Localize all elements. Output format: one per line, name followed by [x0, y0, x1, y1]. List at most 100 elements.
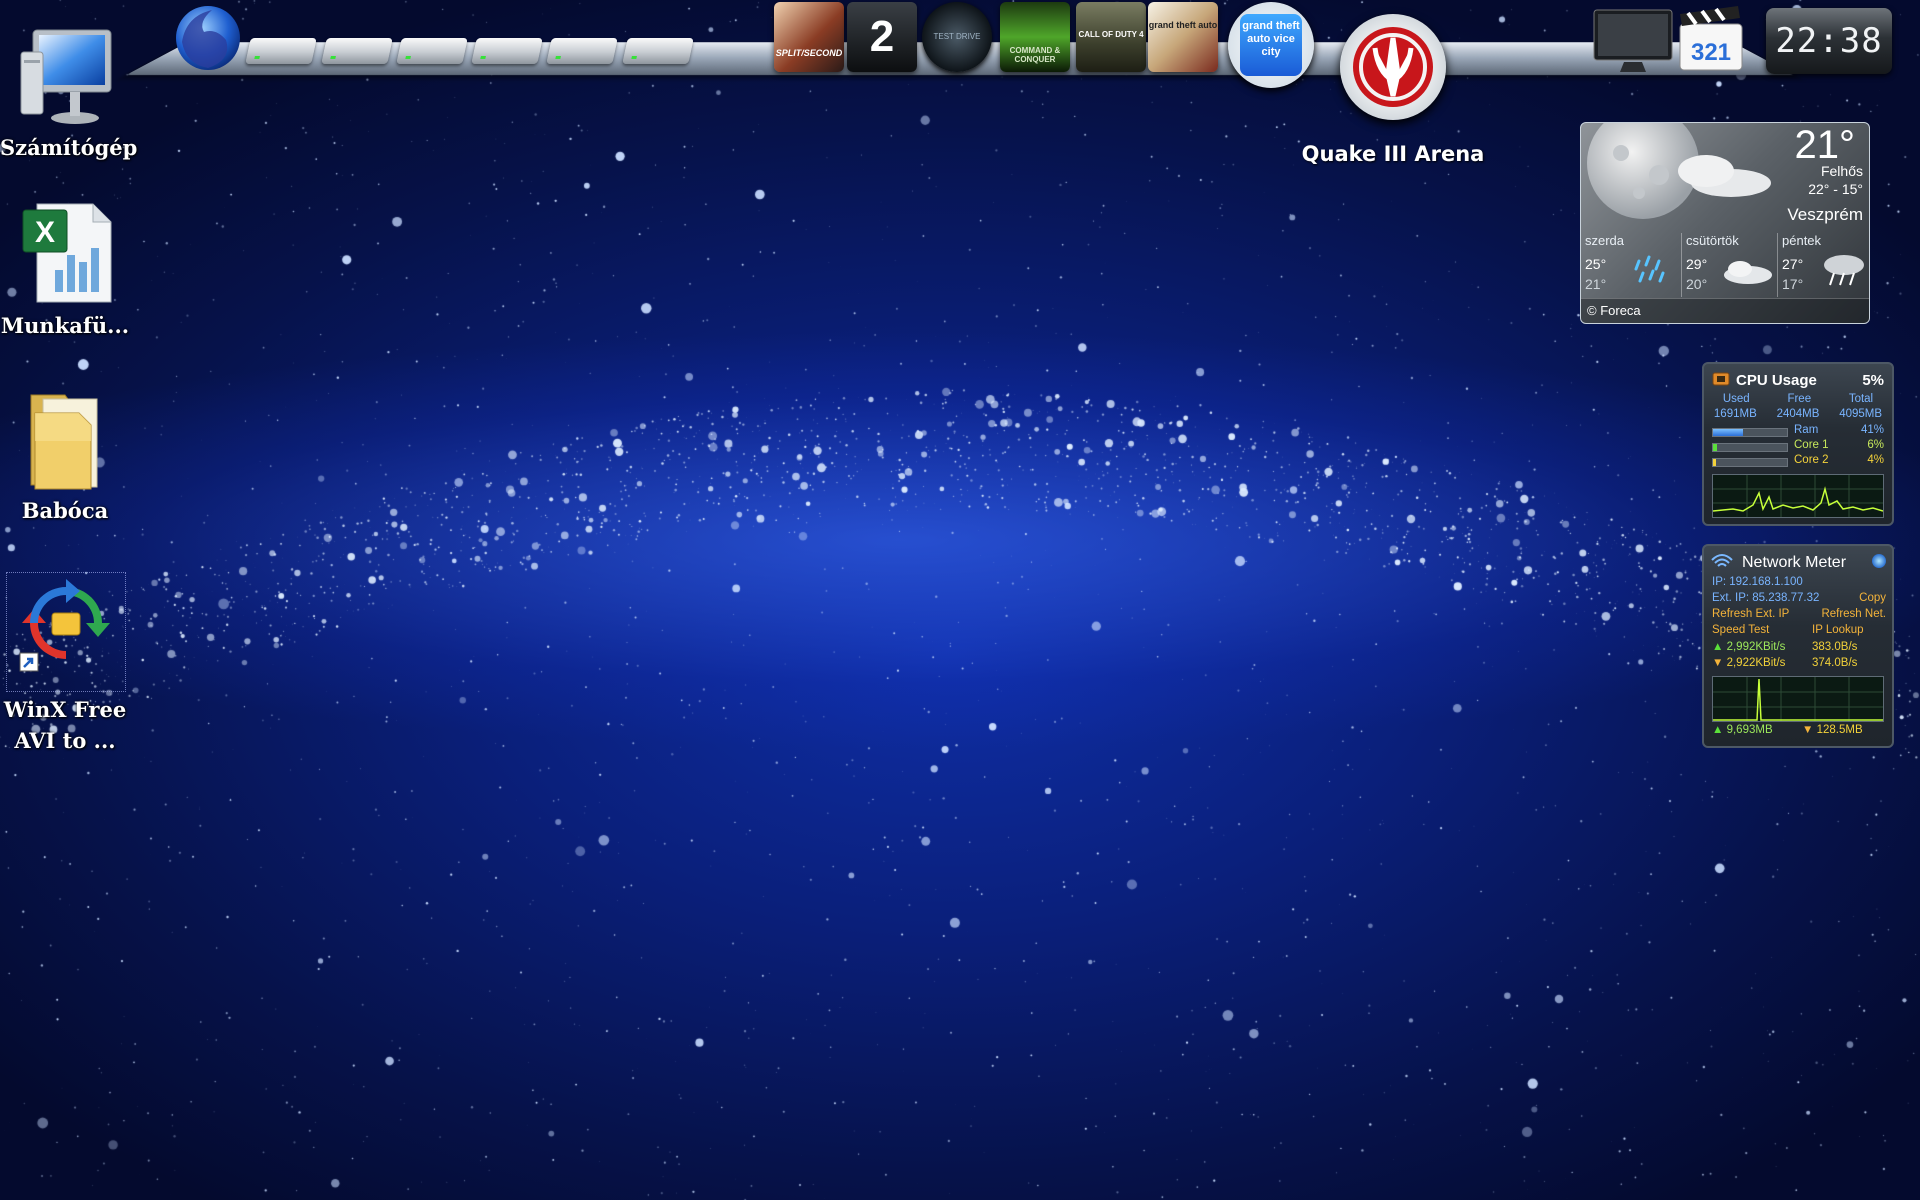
clock-display[interactable]: 22:38 [1766, 8, 1892, 74]
meter-row-ram: Ram 41% [1712, 424, 1884, 439]
command-and-conquer-icon: COMMAND & CONQUER [1009, 46, 1061, 64]
net-history-graph [1712, 676, 1884, 722]
dock-item-gta-vice-city[interactable]: grand theft auto vice city [1228, 2, 1314, 88]
meter-track [1712, 428, 1788, 437]
winx-converter-icon [16, 573, 116, 673]
split-second-icon: SPLIT/SECOND [775, 48, 843, 58]
desktop-icon-winx[interactable] [6, 572, 126, 692]
meter-label: Core 2 [1794, 454, 1829, 466]
meter-track [1712, 458, 1788, 467]
download-arrow-icon: ▼ [1802, 724, 1814, 736]
refresh-net-link[interactable]: Refresh Net. [1821, 608, 1886, 620]
meter-label: Core 1 [1794, 439, 1829, 451]
dock-item-test-drive[interactable]: TEST DRIVE [922, 2, 992, 72]
dock-item-split-second[interactable]: SPLIT/SECOND [774, 2, 844, 72]
meter-row-core-1: Core 1 6% [1712, 439, 1884, 454]
upload-arrow-icon: ▲ [1712, 724, 1724, 736]
cpu-mem-values: 1691MB 2404MB 4095MB [1704, 408, 1892, 420]
cpu-meter-rows: Ram 41% Core 1 6% Core 2 4% [1712, 424, 1884, 469]
meter-value: 6% [1867, 439, 1884, 451]
upload-rate: 2,992KBit/s [1726, 641, 1786, 653]
refresh-ext-ip-link[interactable]: Refresh Ext. IP [1712, 608, 1789, 620]
forecast-day-name: péntek [1782, 233, 1822, 248]
weather-range: 22° - 15° [1808, 181, 1863, 197]
mem-header-total: Total [1848, 393, 1874, 405]
cpu-usage-gadget[interactable]: CPU Usage 5% Used Free Total 1691MB 2404… [1702, 362, 1894, 526]
globe-icon [1872, 554, 1886, 568]
ip-lookup-link[interactable]: IP Lookup [1812, 624, 1864, 636]
cpu-mem-headers: Used Free Total [1704, 393, 1892, 405]
copy-ip-link[interactable]: Copy [1859, 592, 1886, 604]
meter-track [1712, 443, 1788, 452]
call-of-duty-4-icon: CALL OF DUTY 4 [1078, 30, 1144, 39]
dock-item-firefox[interactable] [172, 2, 244, 78]
desktop-icon-winx-label-wrap: WinX Free AVI to ... [0, 694, 130, 756]
mem-free-value: 2404MB [1776, 408, 1820, 420]
weather-footer: © Foreca [1581, 298, 1869, 323]
portal-2-icon: 2 [869, 12, 895, 61]
forecast-day-1: szerda 25° 21° [1585, 233, 1677, 297]
forecast-day-name: csütörtök [1686, 233, 1739, 248]
upload-bytes: 383.0B/s [1812, 641, 1858, 653]
clapper-321-icon: 321 [1679, 6, 1743, 71]
meter-fill [1713, 459, 1716, 466]
dock-item-drive-4[interactable] [471, 38, 543, 64]
dock-item-drive-5[interactable] [546, 38, 618, 64]
desktop-icon-label: Számítógép [0, 135, 138, 160]
dock-item-quake-3[interactable] [1340, 14, 1446, 120]
upload-arrow-icon: ▲ [1712, 641, 1724, 653]
weather-gadget[interactable]: 21° Felhős 22° - 15° Veszprém szerda 25°… [1580, 122, 1870, 324]
dock-item-monitor[interactable] [1590, 6, 1676, 82]
monitor-icon [1593, 9, 1673, 72]
dock-item-drive-6[interactable] [622, 38, 694, 64]
dock-item-portal-2[interactable]: 2 [847, 2, 917, 72]
gta-san-andreas-icon: grand theft auto [1148, 20, 1218, 30]
upload-rate-row: ▲ 2,992KBit/s [1712, 641, 1785, 653]
forecast-day-2: csütörtök 29° 20° [1681, 233, 1778, 297]
desktop-icon-label: Babóca [21, 498, 109, 523]
mem-total-value: 4095MB [1839, 408, 1883, 420]
cpu-chip-icon [1712, 372, 1730, 386]
net-title: Network Meter [1742, 554, 1847, 571]
excel-file-icon: X [15, 200, 115, 310]
mem-header-used: Used [1722, 393, 1750, 405]
network-meter-gadget[interactable]: Network Meter IP: 192.168.1.100 Ext. IP:… [1702, 544, 1894, 748]
speed-test-link[interactable]: Speed Test [1712, 624, 1769, 636]
cpu-history-graph [1712, 474, 1884, 518]
dock-item-drive-3[interactable] [396, 38, 468, 64]
weather-condition: Felhős [1820, 163, 1863, 179]
meter-value: 41% [1860, 424, 1884, 436]
dock-item-drive-1[interactable] [245, 38, 317, 64]
weather-city: Veszprém [1787, 205, 1863, 224]
net-ip: IP: 192.168.1.100 [1712, 576, 1803, 588]
net-ext-ip: Ext. IP: 85.238.77.32 [1712, 592, 1820, 604]
desktop-icon-folder[interactable]: Babóca [0, 385, 130, 526]
download-rate-row: ▼ 2,922KBit/s [1712, 657, 1785, 669]
folder-icon [15, 385, 115, 495]
moon-cloud-icon [1581, 123, 1771, 233]
forecast-day-name: szerda [1585, 233, 1625, 248]
desktop-icon-label: WinX Free AVI to ... [3, 697, 127, 753]
weather-temp: 21° [1794, 123, 1856, 167]
download-rate: 2,922KBit/s [1726, 657, 1786, 669]
download-arrow-icon: ▼ [1712, 657, 1724, 669]
cpu-title: CPU Usage [1736, 372, 1817, 389]
meter-fill [1713, 444, 1718, 451]
dock-item-drive-2[interactable] [321, 38, 393, 64]
dock-item-321-player[interactable]: 321 [1676, 4, 1746, 74]
dock-item-gta-san-andreas[interactable]: grand theft auto [1148, 2, 1218, 72]
desktop-icon-workbook[interactable]: X Munkafü... [0, 200, 130, 341]
firefox-icon [176, 6, 240, 70]
test-drive-icon: TEST DRIVE [933, 32, 981, 41]
cpu-percent: 5% [1862, 372, 1884, 389]
dock-item-command-conquer[interactable]: COMMAND & CONQUER [1000, 2, 1070, 72]
svg-text:321: 321 [1691, 39, 1731, 66]
meter-label: Ram [1794, 424, 1819, 436]
mem-used-value: 1691MB [1713, 408, 1757, 420]
desktop-icon-computer[interactable]: Számítógép [0, 22, 138, 163]
meter-fill [1713, 429, 1744, 436]
foreca-credit-link[interactable]: © Foreca [1587, 303, 1641, 318]
meter-value: 4% [1867, 454, 1884, 466]
rain-icon [1634, 255, 1665, 283]
dock-item-call-of-duty-4[interactable]: CALL OF DUTY 4 [1076, 2, 1146, 72]
